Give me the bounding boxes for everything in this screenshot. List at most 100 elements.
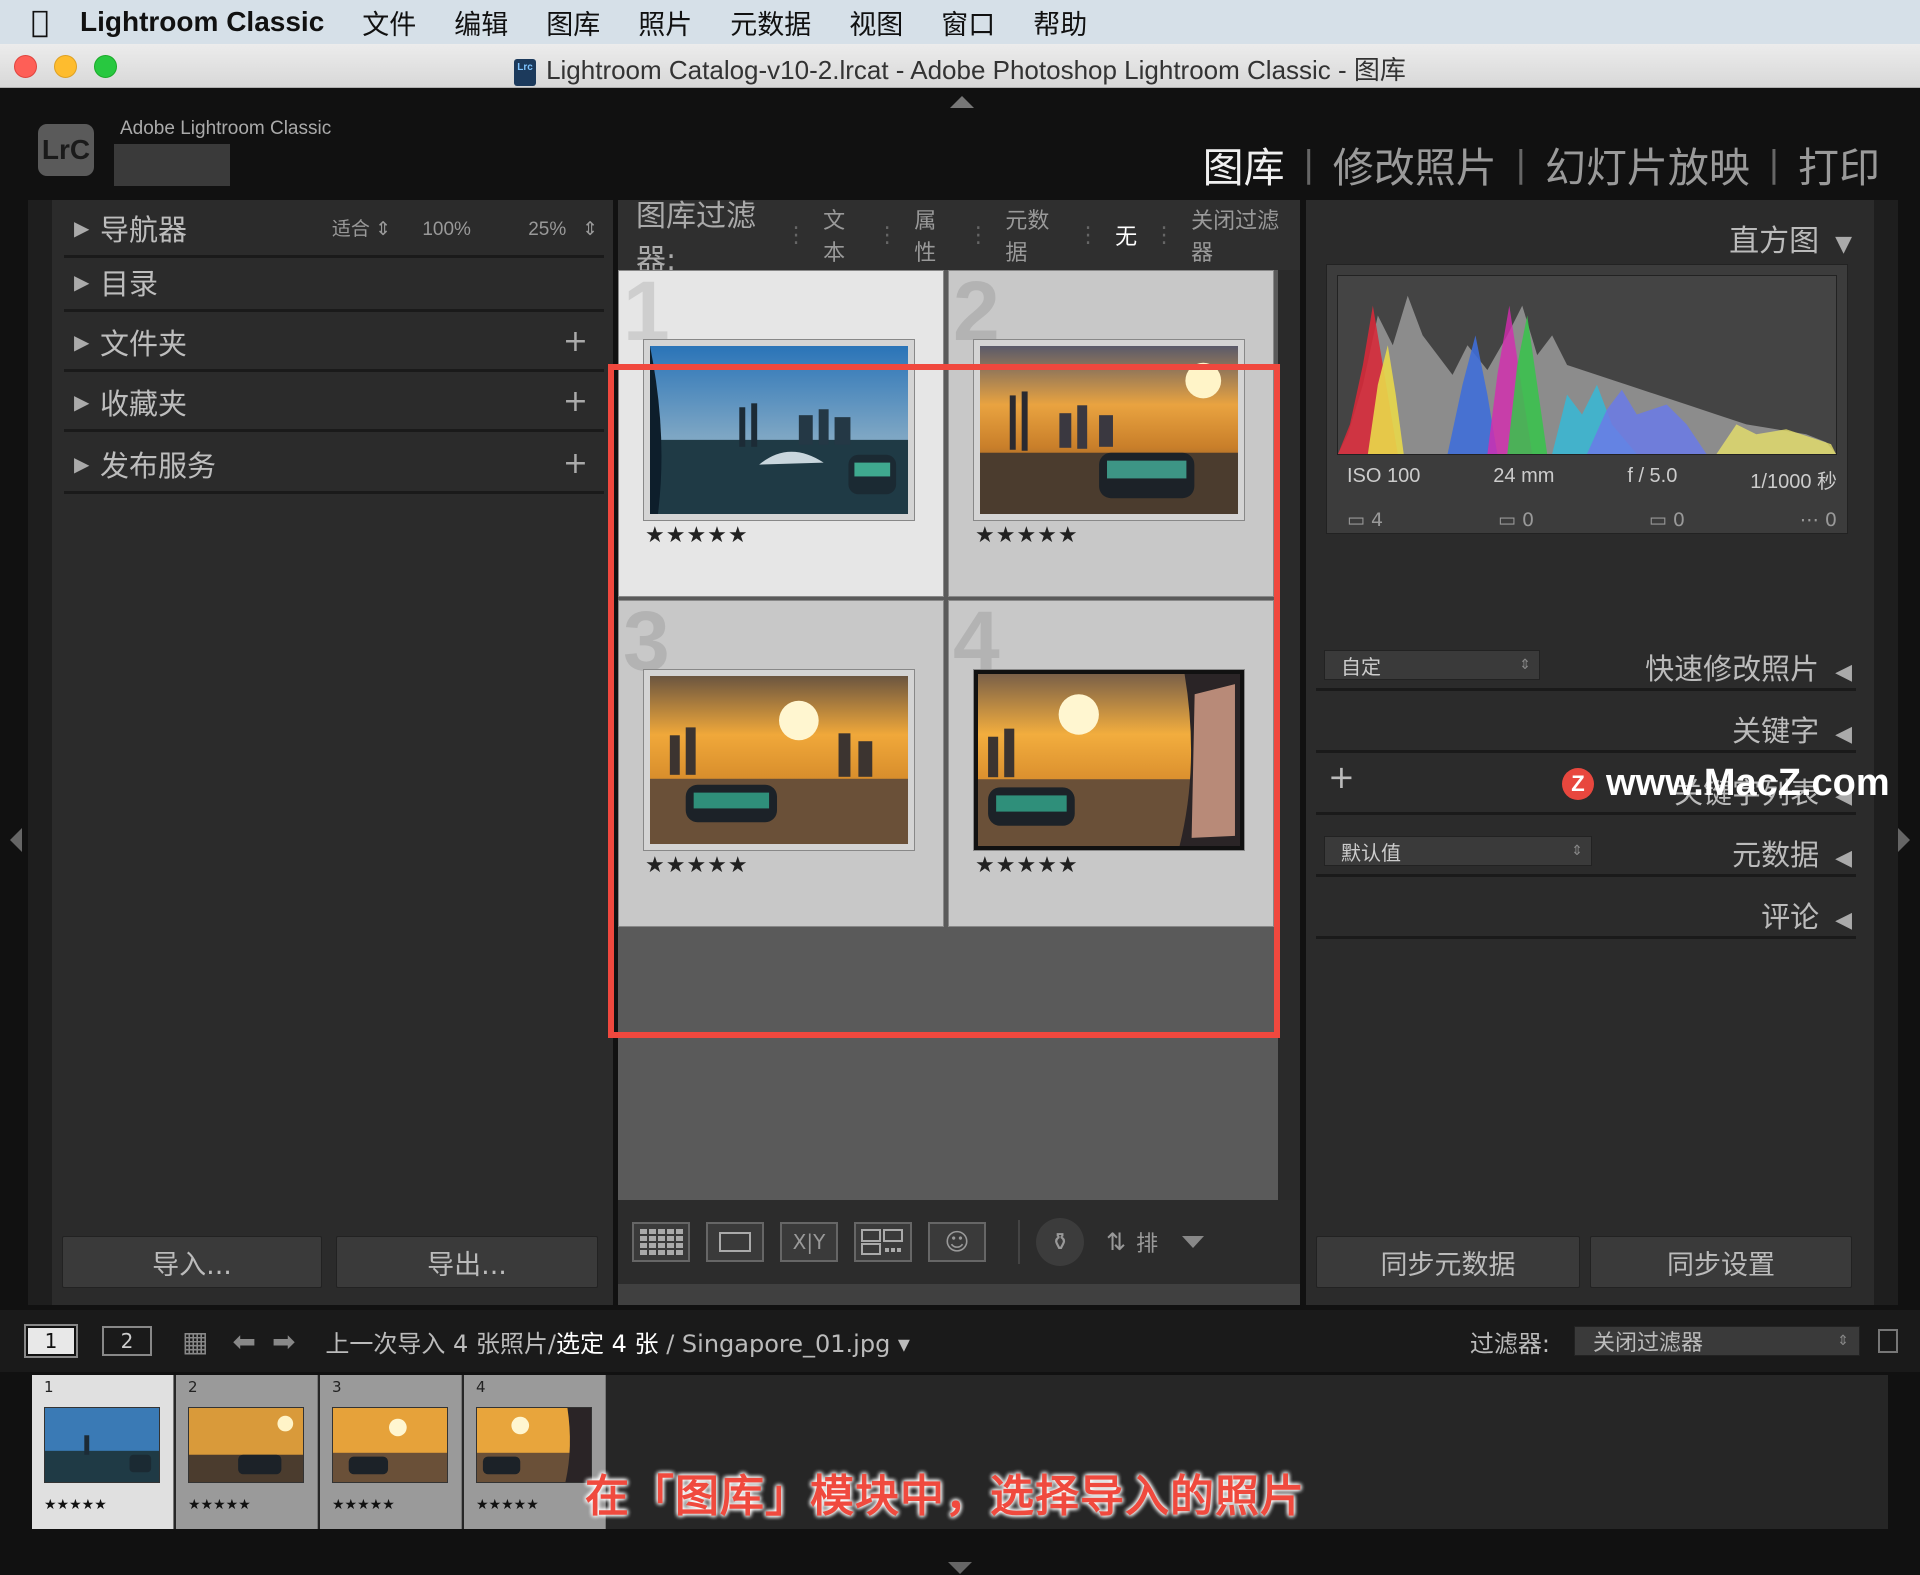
add-folder-icon[interactable]: + (563, 324, 588, 359)
histogram-chart[interactable] (1337, 275, 1837, 455)
export-button[interactable]: 导出... (336, 1236, 598, 1288)
toolbar-options-chevron-icon[interactable] (1182, 1236, 1205, 1248)
add-publish-service-icon[interactable]: + (563, 446, 588, 481)
collections-label: 收藏夹 (100, 386, 188, 421)
filmstrip-thumbnail[interactable] (188, 1407, 304, 1483)
count-missing: ⋯ 0 (1799, 509, 1837, 531)
menu-window[interactable]: 窗口 (941, 3, 995, 42)
grid-view-button[interactable] (632, 1222, 690, 1262)
zoom-25[interactable]: 25% ⇕ (502, 219, 598, 240)
zoom-fit[interactable]: 适合 ⇕ (306, 219, 391, 240)
histogram-header[interactable]: 直方图 ▼ (1312, 216, 1852, 260)
rating-stars[interactable]: ★★★★★ (975, 853, 1079, 878)
collapse-triangle-icon[interactable]: ▼ (1835, 232, 1852, 257)
metadata-header[interactable]: 元数据 ◀ (1312, 832, 1852, 874)
expand-triangle-icon[interactable]: ▶ (64, 330, 100, 354)
menu-photo[interactable]: 照片 (638, 3, 692, 42)
filter-off[interactable]: 关闭过滤器 (1191, 203, 1284, 267)
left-panel: ▶ 导航器 适合 ⇕ 100% 25% ⇕ ▶ 目录 ▶ 文件夹 + ▶ 收藏夹… (28, 200, 613, 1305)
expand-triangle-icon[interactable]: ◀ (1835, 908, 1852, 933)
publish-services-panel[interactable]: ▶ 发布服务 + (64, 436, 604, 494)
filmstrip-source[interactable]: 上一次导入 4 张照片/选定 4 张 / Singapore_01.jpg ▾ (325, 1324, 910, 1359)
grid-scrollbar[interactable] (1278, 270, 1300, 1200)
survey-view-button[interactable] (854, 1222, 912, 1262)
expand-triangle-icon[interactable]: ▶ (64, 216, 100, 240)
people-view-button[interactable]: ☺ (928, 1222, 986, 1262)
menu-edit[interactable]: 编辑 (454, 3, 508, 42)
photo-thumbnail-4[interactable] (978, 674, 1240, 846)
filmstrip-item-1[interactable]: 1 ★★★★★ (32, 1375, 174, 1529)
menu-help[interactable]: 帮助 (1033, 3, 1087, 42)
menu-library[interactable]: 图库 (546, 3, 600, 42)
module-develop[interactable]: 修改照片 (1315, 134, 1515, 194)
expand-triangle-icon[interactable]: ◀ (1835, 846, 1852, 871)
filmstrip-index: 4 (476, 1378, 486, 1396)
module-library[interactable]: 图库 (1185, 134, 1303, 194)
grid-cell-1[interactable]: 1 ★★★★★ (618, 264, 944, 597)
panel-divider (1316, 750, 1856, 753)
menu-app-name[interactable]: Lightroom Classic (80, 6, 324, 38)
collapse-filmstrip-icon[interactable] (948, 1562, 972, 1574)
grid-view-icon[interactable]: ▦ (182, 1325, 208, 1358)
expand-triangle-icon[interactable]: ▶ (64, 452, 100, 476)
quick-develop-header[interactable]: 快速修改照片 ◀ (1312, 646, 1852, 688)
filmstrip-item-2[interactable]: 2 ★★★★★ (176, 1375, 318, 1529)
module-slideshow[interactable]: 幻灯片放映 (1527, 134, 1768, 194)
sort-label[interactable]: 排 (1136, 1226, 1158, 1258)
import-button[interactable]: 导入... (62, 1236, 322, 1288)
filmstrip-thumbnail[interactable] (476, 1407, 592, 1483)
photo-thumbnail-3[interactable] (650, 676, 908, 844)
filmstrip-filter-select[interactable]: 关闭过滤器 ⇕ (1574, 1326, 1860, 1356)
secondary-window-button[interactable]: 2 (102, 1326, 152, 1356)
collapse-right-panel-icon[interactable] (1898, 828, 1910, 852)
forward-arrow-icon[interactable]: ➡ (272, 1325, 295, 1358)
grid-cell-3[interactable]: 3 ★★★★★ (618, 594, 944, 927)
collapse-left-panel-icon[interactable] (10, 828, 22, 852)
filter-text[interactable]: 文本 (823, 203, 860, 267)
loupe-view-button[interactable] (706, 1222, 764, 1262)
filter-lock-icon[interactable] (1878, 1329, 1898, 1353)
photo-thumbnail-2[interactable] (980, 346, 1238, 514)
collapse-top-panel-icon[interactable] (950, 96, 974, 108)
filmstrip-thumbnail[interactable] (44, 1407, 160, 1483)
menu-file[interactable]: 文件 (362, 3, 416, 42)
back-arrow-icon[interactable]: ⬅ (232, 1325, 255, 1358)
catalog-panel[interactable]: ▶ 目录 (64, 254, 604, 312)
expand-triangle-icon[interactable]: ▶ (64, 270, 100, 294)
collections-panel[interactable]: ▶ 收藏夹 + (64, 374, 604, 432)
compare-view-button[interactable]: X|Y (780, 1222, 838, 1262)
sort-direction-icon[interactable]: ⇅ (1106, 1228, 1126, 1256)
sync-settings-button[interactable]: 同步设置 (1590, 1236, 1852, 1288)
rating-stars[interactable]: ★★★★★ (645, 523, 749, 548)
photo-thumbnail-1[interactable] (650, 346, 908, 514)
grid-cell-4[interactable]: 4 ★★★★★ (948, 594, 1274, 927)
sync-metadata-button[interactable]: 同步元数据 (1316, 1236, 1580, 1288)
expand-triangle-icon[interactable]: ▶ (64, 390, 100, 414)
rating-stars[interactable]: ★★★★★ (975, 523, 1079, 548)
filmstrip-header: 1 2 ▦ ⬅ ➡ 上一次导入 4 张照片/选定 4 张 / Singapore… (0, 1310, 1920, 1372)
expand-triangle-icon[interactable]: ◀ (1835, 660, 1852, 685)
zoom-100[interactable]: 100% (422, 219, 471, 240)
folders-panel[interactable]: ▶ 文件夹 + (64, 314, 604, 372)
filter-none[interactable]: 无 (1115, 219, 1137, 251)
painter-icon[interactable]: ⚱ (1036, 1218, 1084, 1266)
filter-attribute[interactable]: 属性 (914, 203, 951, 267)
primary-window-button[interactable]: 1 (24, 1324, 78, 1358)
expand-triangle-icon[interactable]: ◀ (1835, 722, 1852, 747)
comments-header[interactable]: 评论 ◀ (1312, 894, 1852, 936)
apple-menu-icon[interactable]:  (0, 5, 80, 40)
filter-metadata[interactable]: 元数据 (1005, 203, 1061, 267)
rating-stars[interactable]: ★★★★★ (645, 853, 749, 878)
menu-metadata[interactable]: 元数据 (730, 3, 811, 42)
module-print[interactable]: 打印 (1780, 134, 1898, 194)
grid-cell-2[interactable]: 2 ★★★★★ (948, 264, 1274, 597)
keywording-header[interactable]: 关键字 ◀ (1312, 708, 1852, 750)
filmstrip-rating: ★★★★★ (332, 1497, 395, 1513)
panel-divider (1316, 936, 1856, 939)
menu-view[interactable]: 视图 (849, 3, 903, 42)
filmstrip-thumbnail[interactable] (332, 1407, 448, 1483)
navigator-panel[interactable]: ▶ 导航器 适合 ⇕ 100% 25% ⇕ (64, 200, 604, 258)
add-collection-icon[interactable]: + (563, 384, 588, 419)
filmstrip-item-3[interactable]: 3 ★★★★★ (320, 1375, 462, 1529)
histogram-panel: ISO 100 24 mm f / 5.0 1/1000 秒 ▭ 4 ▭ 0 ▭… (1326, 264, 1848, 534)
